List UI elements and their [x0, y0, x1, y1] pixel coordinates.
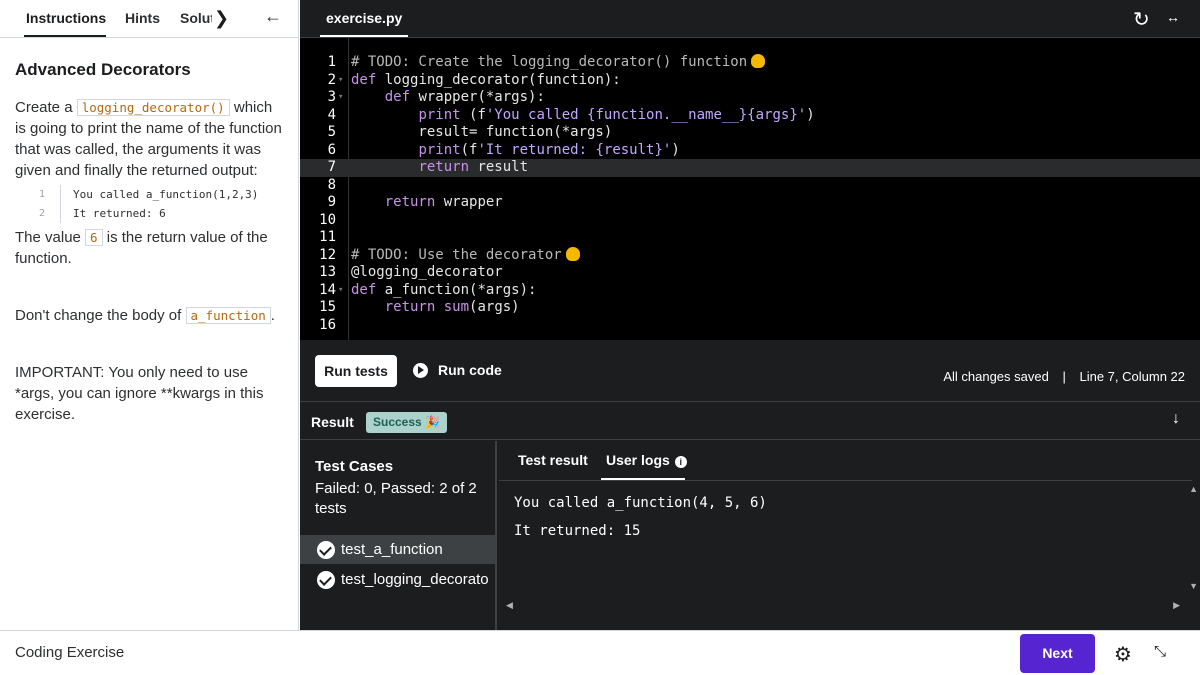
line-number: 2: [39, 204, 61, 223]
code-line: 13 @logging_decorator: [319, 264, 503, 280]
footer-label: Coding Exercise: [15, 644, 125, 661]
snippet-line: 1 You called a_function(1,2,3): [39, 185, 285, 204]
run-code-button[interactable]: Run code: [413, 362, 502, 378]
code-line: 6 print(f'It returned: {result}'): [327, 141, 680, 158]
snippet-line: 2 It returned: 6: [39, 204, 285, 223]
test-case-name: test_a_function: [341, 541, 443, 558]
text: Create a: [15, 99, 77, 116]
log-line: You called a_function(4, 5, 6): [514, 495, 767, 511]
code-line: 3 ▾ def wrapper(*args):: [327, 89, 545, 107]
run-code-label: Run code: [438, 362, 502, 378]
code-line: 16: [319, 316, 336, 333]
scroll-up-icon[interactable]: ▲: [1189, 484, 1198, 494]
text: .: [270, 307, 275, 324]
info-icon[interactable]: i: [674, 456, 687, 468]
save-status: All changes saved: [943, 369, 1049, 384]
tab-solution[interactable]: Solut: [180, 10, 212, 26]
instruction-paragraph: Don't change the body of a_function.: [15, 305, 285, 326]
test-case-name: test_logging_decorato: [341, 571, 489, 588]
cursor-position: Line 7, Column 22: [1079, 369, 1185, 384]
instruction-paragraph: Create a logging_decorator() which is go…: [15, 97, 285, 181]
editor-status: All changes saved | Line 7, Column 22: [943, 369, 1185, 384]
inline-code: a_function: [185, 307, 271, 324]
code-editor[interactable]: 1 # TODO: Create the logging_decorator() …: [300, 38, 1200, 340]
play-icon: [413, 362, 428, 378]
footer-right: Next ⚙ ⤡: [299, 630, 1200, 675]
active-file-indicator: [320, 35, 408, 37]
important-note: IMPORTANT: You only need to use *args, y…: [15, 364, 264, 423]
tab-instructions[interactable]: Instructions: [26, 10, 106, 26]
code-line: 4 print (f'You called {function.__name__…: [327, 106, 815, 123]
file-tab[interactable]: exercise.py: [326, 10, 402, 26]
snippet-text: You called a_function(1,2,3): [73, 188, 259, 201]
test-cases-title: Test Cases: [315, 458, 394, 475]
exercise-title: Advanced Decorators: [15, 60, 191, 79]
expand-horizontal-icon[interactable]: ↔: [1166, 9, 1180, 25]
tab-user-logs[interactable]: User logs i: [606, 452, 687, 468]
pointing-down-emoji-icon: [751, 54, 766, 68]
scroll-right-icon[interactable]: ▶: [1173, 600, 1180, 611]
footer-left: Coding Exercise: [0, 630, 299, 675]
reset-icon[interactable]: ↻: [1133, 7, 1150, 32]
fold-icon[interactable]: ▾: [338, 72, 343, 90]
editor-actions: Run tests Run code All changes saved | L…: [300, 340, 1200, 402]
user-logs-output: You called a_function(4, 5, 6) It return…: [514, 495, 767, 551]
output-panel: Test result User logs i You called a_func…: [499, 441, 1200, 630]
code-line: 5 result= function(*args): [327, 124, 613, 140]
check-circle-icon: [317, 540, 335, 559]
code-line-active: 7 return result: [300, 159, 1200, 177]
test-case-item[interactable]: test_logging_decorato: [300, 565, 497, 594]
text: The value: [15, 229, 86, 246]
log-line: It returned: 15: [514, 523, 641, 539]
inline-code: logging_decorator(): [76, 99, 230, 116]
check-circle-icon: [317, 570, 335, 589]
next-button[interactable]: Next: [1020, 634, 1095, 673]
active-tab-indicator: [24, 35, 106, 37]
instruction-paragraph: The value 6 is the return value of the f…: [15, 227, 285, 269]
editor-panel: exercise.py ↻ ↔ 1 # TODO: Create the logg…: [300, 0, 1200, 630]
file-tab-bar: exercise.py ↻ ↔: [300, 0, 1200, 38]
result-label: Result: [311, 414, 354, 430]
code-line: 10: [319, 211, 336, 228]
line-number: 1: [39, 185, 61, 204]
inline-code: 6: [85, 229, 103, 246]
code-line: 1 # TODO: Create the logging_decorator() …: [300, 54, 1200, 72]
tab-hints[interactable]: Hints: [125, 10, 160, 26]
code-line: 2 ▾ def logging_decorator(function):: [327, 71, 621, 90]
code-line: 14 ▾ def a_function(*args):: [319, 281, 537, 300]
output-tabs: Test result User logs i: [499, 441, 1192, 481]
arrow-left-icon[interactable]: ←: [264, 6, 282, 27]
status-badge: Success 🎉: [366, 412, 447, 433]
gear-icon[interactable]: ⚙: [1114, 642, 1132, 667]
tab-label: User logs: [606, 452, 670, 468]
arrow-down-icon[interactable]: ↓: [1172, 410, 1180, 428]
collapse-icon[interactable]: ⤡: [1154, 643, 1166, 660]
pointing-down-emoji-icon: [565, 246, 580, 261]
example-output-snippet: 1 You called a_function(1,2,3) 2 It return…: [39, 185, 285, 223]
run-tests-button[interactable]: Run tests: [315, 355, 397, 387]
instructions-panel: Instructions Hints Solut ❯ ← Advanced De…: [0, 0, 299, 630]
code-line: 8: [327, 176, 336, 193]
instruction-tabs: Instructions Hints Solut ❯ ←: [0, 0, 298, 38]
code-lines: 1 # TODO: Create the logging_decorator() …: [300, 54, 1200, 334]
test-cases-summary: Failed: 0, Passed: 2 of 2 tests: [315, 480, 477, 517]
code-line: 9 return wrapper: [327, 194, 503, 210]
result-header: Result Success 🎉 ↓: [300, 402, 1200, 440]
test-cases-panel: Test Cases Failed: 0, Passed: 2 of 2 tes…: [300, 441, 497, 630]
scroll-left-icon[interactable]: ◀: [506, 600, 513, 611]
scroll-down-icon[interactable]: ▼: [1189, 581, 1198, 591]
text: Don't change the body of: [15, 307, 186, 324]
fold-icon[interactable]: ▾: [338, 282, 343, 300]
chevron-right-icon[interactable]: ❯: [214, 8, 229, 29]
fold-icon[interactable]: ▾: [338, 89, 343, 107]
active-tab-indicator: [601, 478, 685, 480]
status-separator: |: [1062, 369, 1066, 384]
tab-test-result[interactable]: Test result: [518, 452, 588, 468]
instructions-content: Advanced Decorators Create a logging_dec…: [15, 58, 285, 425]
code-line: 11: [319, 229, 336, 245]
code-line: 12 # TODO: Use the decorator: [300, 246, 1200, 265]
code-line: 15 return sum(args): [319, 299, 520, 315]
test-case-item[interactable]: test_a_function: [300, 535, 497, 564]
snippet-text: It returned: 6: [73, 207, 166, 220]
